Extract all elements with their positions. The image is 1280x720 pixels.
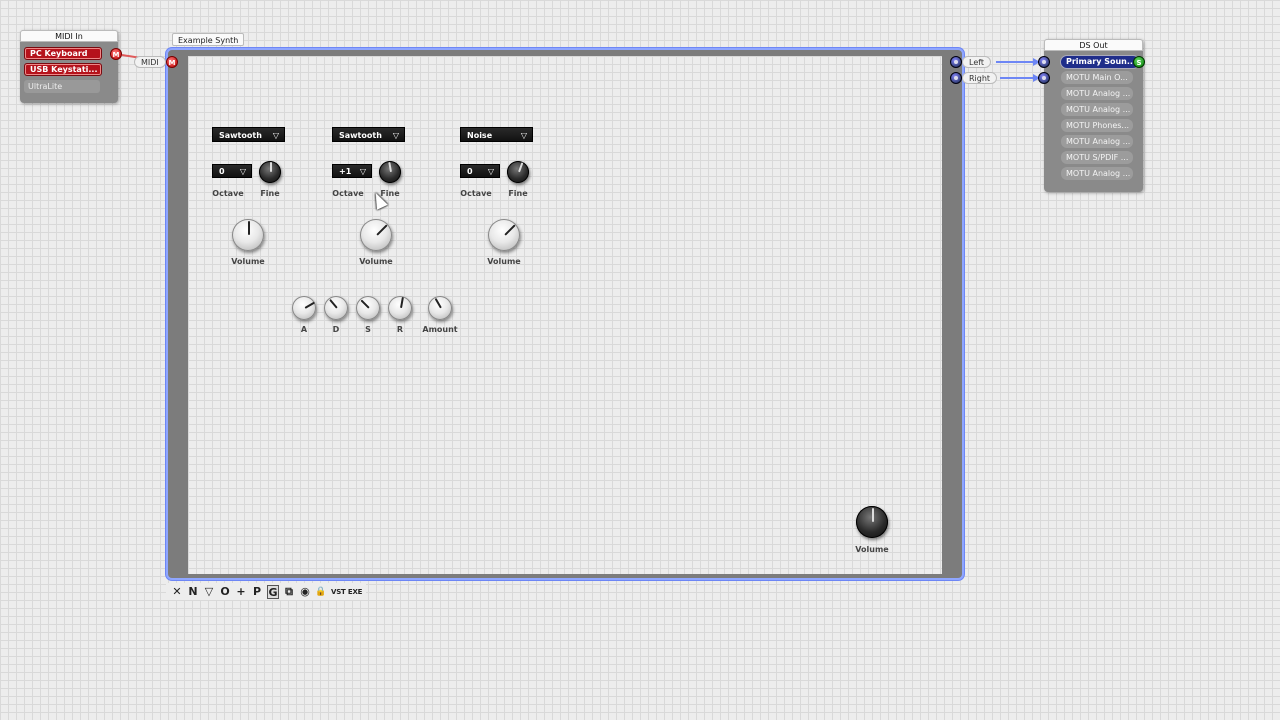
osc2-fine-knob[interactable] bbox=[379, 161, 401, 183]
synth-title: Example Synth bbox=[172, 33, 245, 46]
osc3-octave-value: 0 bbox=[467, 167, 473, 176]
osc3-waveform-dropdown[interactable]: Noise ▽ bbox=[460, 127, 533, 142]
osc2-volume-knob[interactable] bbox=[360, 219, 392, 251]
ds-out-device-motu-phones[interactable]: MOTU Phones... bbox=[1061, 119, 1133, 132]
collapse-icon[interactable]: ▽ bbox=[203, 585, 215, 599]
knob-indicator bbox=[872, 507, 874, 522]
knob-indicator bbox=[248, 220, 250, 235]
knob-indicator bbox=[360, 299, 370, 309]
osc1-waveform-dropdown[interactable]: Sawtooth ▽ bbox=[212, 127, 285, 142]
chevron-down-icon: ▽ bbox=[239, 167, 246, 176]
osc2-waveform-dropdown[interactable]: Sawtooth ▽ bbox=[332, 127, 405, 142]
chevron-down-icon: ▽ bbox=[272, 131, 279, 140]
knob-indicator bbox=[329, 299, 338, 309]
osc2-volume-label: Volume bbox=[359, 257, 393, 266]
vst-exe-button[interactable]: VST EXE bbox=[331, 585, 362, 599]
osc3-volume-label: Volume bbox=[487, 257, 521, 266]
output-right-port[interactable] bbox=[950, 72, 962, 84]
ds-out-left-input-port[interactable] bbox=[1038, 56, 1050, 68]
envelope-decay-label: D bbox=[332, 325, 340, 334]
knob-indicator bbox=[270, 162, 272, 172]
ds-out-title: DS Out bbox=[1044, 39, 1143, 51]
ds-out-device-motu-main[interactable]: MOTU Main O... bbox=[1061, 71, 1133, 84]
osc1-octave-value: 0 bbox=[219, 167, 225, 176]
chevron-down-icon: ▽ bbox=[487, 167, 494, 176]
osc3-octave-label: Octave bbox=[460, 189, 492, 198]
envelope-decay-knob[interactable] bbox=[324, 296, 348, 320]
chevron-down-icon: ▽ bbox=[359, 167, 366, 176]
open-button[interactable]: O bbox=[219, 585, 231, 599]
osc1-waveform-value: Sawtooth bbox=[219, 131, 262, 140]
synth-midi-port-label: MIDI bbox=[134, 56, 166, 68]
output-left-port[interactable] bbox=[950, 56, 962, 68]
chevron-down-icon: ▽ bbox=[392, 131, 399, 140]
ds-out-selected-port[interactable]: S bbox=[1133, 56, 1145, 68]
osc1-volume-knob[interactable] bbox=[232, 219, 264, 251]
osc2-octave-value: +1 bbox=[339, 167, 352, 176]
envelope-sustain-label: S bbox=[365, 325, 371, 334]
knob-indicator bbox=[376, 224, 388, 236]
ds-out-device-motu-analog-1[interactable]: MOTU Analog ... bbox=[1061, 87, 1133, 100]
midi-in-title: MIDI In bbox=[20, 30, 118, 42]
envelope-attack-knob[interactable] bbox=[292, 296, 316, 320]
osc2-waveform-value: Sawtooth bbox=[339, 131, 382, 140]
envelope-sustain-knob[interactable] bbox=[356, 296, 380, 320]
preset-button[interactable]: P bbox=[251, 585, 263, 599]
ds-out-right-input-port[interactable] bbox=[1038, 72, 1050, 84]
osc3-fine-knob[interactable] bbox=[507, 161, 529, 183]
osc1-fine-knob[interactable] bbox=[259, 161, 281, 183]
midi-device-ultralite[interactable]: UltraLite bbox=[24, 80, 100, 93]
window-icon[interactable]: ⧉ bbox=[283, 585, 295, 599]
osc3-octave-dropdown[interactable]: 0 ▽ bbox=[460, 164, 500, 178]
knob-indicator bbox=[304, 301, 315, 309]
master-volume-knob[interactable] bbox=[856, 506, 888, 538]
master-volume-label: Volume bbox=[855, 545, 889, 554]
midi-device-pc-keyboard[interactable]: PC Keyboard bbox=[24, 47, 102, 60]
ds-out-device-motu-analog-4[interactable]: MOTU Analog ... bbox=[1061, 167, 1133, 180]
midi-device-usb-keystation[interactable]: USB Keystati... bbox=[24, 63, 102, 76]
osc2-octave-dropdown[interactable]: +1 ▽ bbox=[332, 164, 372, 178]
close-icon[interactable]: ✕ bbox=[171, 585, 183, 599]
envelope-amount-knob[interactable] bbox=[428, 296, 452, 320]
envelope-release-label: R bbox=[396, 325, 404, 334]
ds-out-device-motu-analog-3[interactable]: MOTU Analog ... bbox=[1061, 135, 1133, 148]
chevron-down-icon: ▽ bbox=[520, 131, 527, 140]
synth-midi-input-port[interactable]: M bbox=[166, 56, 178, 68]
output-right-label: Right bbox=[962, 72, 998, 84]
osc3-fine-label: Fine bbox=[508, 189, 528, 198]
lock-icon[interactable]: 🔒 bbox=[315, 585, 327, 599]
osc2-octave-label: Octave bbox=[332, 189, 364, 198]
envelope-release-knob[interactable] bbox=[388, 296, 412, 320]
envelope-attack-label: A bbox=[300, 325, 308, 334]
midi-in-output-port[interactable]: M bbox=[110, 48, 122, 60]
knob-indicator bbox=[388, 162, 392, 173]
osc3-waveform-value: Noise bbox=[467, 131, 493, 140]
ds-out-device-motu-spdif[interactable]: MOTU S/PDIF ... bbox=[1061, 151, 1133, 164]
add-icon[interactable]: + bbox=[235, 585, 247, 599]
osc1-volume-label: Volume bbox=[231, 257, 265, 266]
knob-indicator bbox=[400, 297, 404, 309]
osc1-octave-dropdown[interactable]: 0 ▽ bbox=[212, 164, 252, 178]
gui-button[interactable]: G bbox=[267, 584, 279, 599]
knob-indicator bbox=[504, 224, 516, 236]
osc3-volume-knob[interactable] bbox=[488, 219, 520, 251]
knob-indicator bbox=[434, 298, 442, 309]
ds-out-device-motu-analog-2[interactable]: MOTU Analog ... bbox=[1061, 103, 1133, 116]
eye-icon[interactable]: ◉ bbox=[299, 585, 311, 599]
knob-indicator bbox=[518, 162, 524, 173]
note-button[interactable]: N bbox=[187, 585, 199, 599]
ds-out-device-primary[interactable]: Primary Soun... bbox=[1060, 55, 1140, 69]
synth-toolbar: ✕ N ▽ O + P G ⧉ ◉ 🔒 VST EXE bbox=[166, 583, 366, 600]
envelope-amount-label: Amount bbox=[422, 325, 458, 334]
osc1-fine-label: Fine bbox=[260, 189, 280, 198]
osc1-octave-label: Octave bbox=[212, 189, 244, 198]
output-left-label: Left bbox=[962, 56, 992, 68]
